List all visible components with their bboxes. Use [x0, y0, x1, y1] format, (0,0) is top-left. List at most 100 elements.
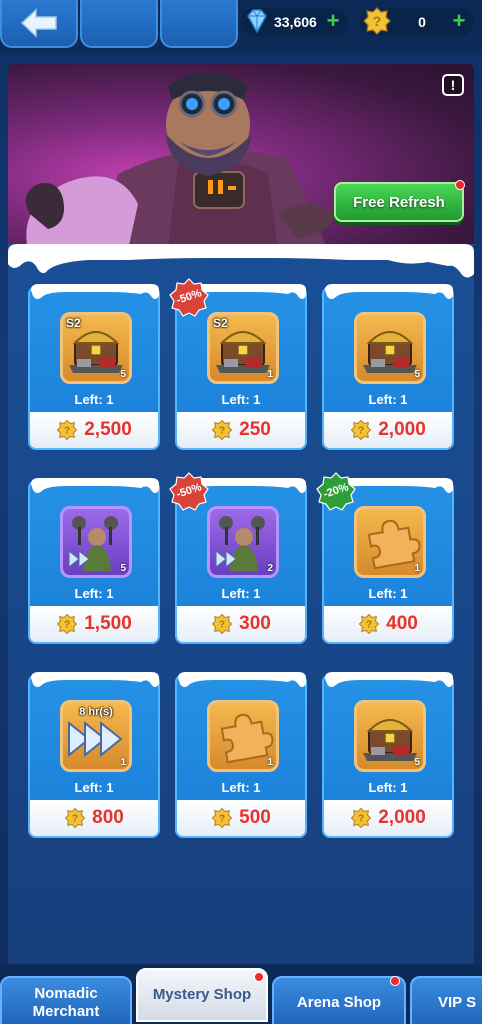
tab-mystery-shop[interactable]: Mystery Shop: [136, 968, 268, 1022]
free-refresh-label: Free Refresh: [353, 193, 445, 211]
price-value: 400: [386, 613, 418, 634]
price-value: 300: [239, 613, 271, 634]
item-season-tag: S2: [66, 316, 81, 330]
shop-item-card[interactable]: 5 Left: 1? 1,500: [28, 478, 160, 644]
free-refresh-button[interactable]: Free Refresh: [334, 180, 465, 222]
svg-text:?: ?: [358, 814, 364, 825]
price-value: 2,000: [378, 807, 426, 828]
notification-dot: [390, 976, 400, 986]
add-gems-button[interactable]: +: [324, 10, 342, 32]
snow-decoration: [8, 244, 474, 278]
svg-text:?: ?: [366, 620, 372, 631]
gold-coin-icon: ?: [351, 807, 372, 829]
stock-left-label: Left: 1: [368, 780, 408, 795]
stock-left-label: Left: 1: [74, 392, 114, 407]
item-icon-frame: S2 5: [60, 312, 132, 384]
gold-coin-icon: ?: [57, 613, 78, 635]
item-icon-frame: S2 1: [207, 312, 279, 384]
tab-arena-shop[interactable]: Arena Shop: [272, 976, 406, 1024]
shop-item-card[interactable]: 2 Left: 1? 300 -50%: [169, 472, 307, 644]
shop-item-card[interactable]: 5 Left: 1? 2,000: [322, 672, 454, 838]
stock-left-label: Left: 1: [74, 586, 114, 601]
buy-button[interactable]: ? 2,000: [324, 800, 452, 836]
item-icon-frame: 5: [354, 700, 426, 772]
buy-button[interactable]: ? 250: [177, 412, 305, 448]
snow-decoration: [31, 672, 159, 687]
tab-label: Nomadic Merchant: [32, 985, 100, 1020]
merchant-banner: ! Free Refresh: [8, 64, 474, 250]
svg-text:?: ?: [373, 13, 382, 29]
item-duration: 8 hr(s): [79, 706, 113, 718]
gems-counter: 33,606 +: [240, 8, 348, 36]
buy-button[interactable]: ? 2,000: [324, 412, 452, 448]
tab-nomadic-merchant[interactable]: Nomadic Merchant: [0, 976, 132, 1024]
price-value: 250: [239, 419, 271, 440]
svg-text:?: ?: [64, 620, 70, 631]
notification-dot: [254, 972, 264, 982]
tab-label: Mystery Shop: [152, 986, 252, 1003]
buy-button[interactable]: ? 2,500: [30, 412, 158, 448]
gold-coin-icon: ?: [64, 807, 86, 829]
snow-decoration: [325, 284, 453, 299]
buy-button[interactable]: ? 500: [177, 800, 305, 836]
item-icon-frame: 1: [207, 700, 279, 772]
price-value: 1,500: [84, 613, 132, 634]
buy-button[interactable]: ? 1,500: [30, 606, 158, 642]
stock-left-label: Left: 1: [368, 586, 408, 601]
tab-vip-shop[interactable]: VIP S: [410, 976, 482, 1024]
svg-text:?: ?: [219, 620, 225, 631]
top-tab-slot: [80, 0, 158, 48]
item-season-tag: S2: [213, 316, 228, 330]
price-value: 2,000: [378, 419, 426, 440]
item-icon-frame: 1: [354, 506, 426, 578]
item-quantity: 5: [414, 757, 420, 768]
snow-decoration: [31, 478, 159, 493]
gold-coin-icon: ?: [211, 419, 233, 441]
tab-label: Arena Shop: [296, 994, 382, 1011]
gold-coin-icon: ?: [358, 613, 380, 635]
stock-left-label: Left: 1: [74, 780, 114, 795]
item-icon-frame: 5: [60, 506, 132, 578]
buy-button[interactable]: ? 300: [177, 606, 305, 642]
item-quantity: 2: [267, 563, 273, 574]
item-quantity: 1: [120, 757, 126, 768]
gold-coin-icon: ?: [57, 419, 78, 441]
gold-coin-icon: ?: [211, 807, 233, 829]
item-icon-frame: 2: [207, 506, 279, 578]
shop-item-card[interactable]: S2 5 Left: 1 ? 2,500: [28, 284, 160, 450]
shop-item-card[interactable]: S2 1 Left: 1? 250 -50%: [169, 278, 307, 450]
top-bar: 33,606 + ? 0 +: [0, 0, 482, 52]
info-label: !: [450, 77, 456, 93]
shop-item-card[interactable]: 1 Left: 1? 500: [175, 672, 307, 838]
tab-label: VIP S: [438, 994, 477, 1011]
snow-decoration: [325, 672, 453, 687]
svg-text:?: ?: [219, 426, 225, 437]
item-quantity: 5: [120, 563, 126, 574]
notification-dot: [455, 180, 465, 190]
svg-text:?: ?: [358, 426, 364, 437]
shop-item-card[interactable]: 1 Left: 1? 400 -20%: [316, 472, 454, 644]
info-button[interactable]: !: [442, 74, 464, 96]
buy-button[interactable]: ? 400: [324, 606, 452, 642]
gold-coin-icon: ?: [211, 613, 233, 635]
item-quantity: 5: [414, 369, 420, 380]
buy-button[interactable]: ? 800: [30, 800, 158, 836]
discount-badge: -20%: [316, 472, 356, 512]
add-gold-button[interactable]: +: [450, 10, 468, 32]
shop-item-card[interactable]: 5 Left: 1? 2,000: [322, 284, 454, 450]
stock-left-label: Left: 1: [221, 392, 261, 407]
price-value: 800: [92, 807, 124, 828]
gold-counter: ? 0 +: [360, 7, 474, 36]
shop-item-card[interactable]: 8 hr(s) 1 Left: 1? 800: [28, 672, 160, 838]
gems-value: 33,606: [274, 14, 317, 30]
shop-panel: S2 5 Left: 1? 2,500 S2 1 Left: 1? 250 -50% 5 Left:…: [8, 244, 474, 964]
back-arrow-icon: [20, 8, 57, 38]
item-quantity: 1: [267, 757, 273, 768]
discount-badge: -50%: [169, 278, 209, 318]
item-icon-frame: 8 hr(s) 1: [60, 700, 132, 772]
shop-tabs: Nomadic Merchant Mystery Shop Arena Shop…: [0, 966, 482, 1024]
back-button[interactable]: [0, 0, 78, 48]
item-icon-frame: 5: [354, 312, 426, 384]
stock-left-label: Left: 1: [221, 586, 261, 601]
gold-coin-icon: ?: [351, 419, 372, 441]
